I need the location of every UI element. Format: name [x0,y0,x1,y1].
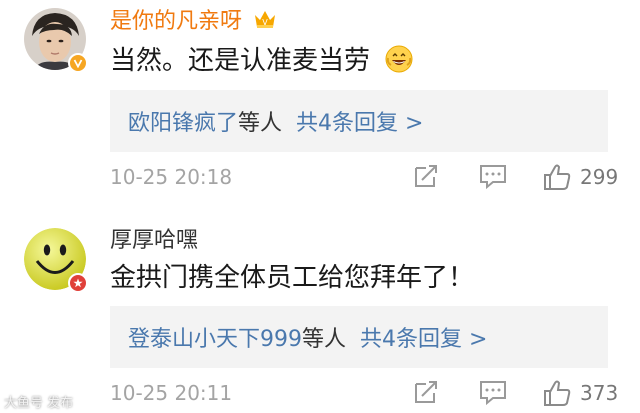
comment-item: 是你的凡亲呀 V 当然。还是认准麦当劳 欧阳锋疯了 等人 共4条回复 > 10-… [0,0,640,200]
watermark: 大鱼号 发布 [4,396,74,411]
reply-suffix: 等人 [238,111,283,136]
verified-badge-icon [68,273,88,293]
comment-text: 当然。还是认准麦当劳 [110,44,414,82]
reply-preview[interactable]: 登泰山小天下999 等人 共4条回复 > [110,306,608,368]
username-text[interactable]: 是你的凡亲呀 [110,9,242,34]
comment-icon[interactable] [478,378,508,411]
comment-text: 金拱门携全体员工给您拜年了！ [110,262,474,294]
reply-suffix: 等人 [302,327,347,352]
reply-author-link[interactable]: 登泰山小天下999 [128,321,302,353]
crown-vip-icon: V [253,8,277,39]
comment-meta-bar: 10-25 20:18 299 [110,162,620,192]
reply-author-link[interactable]: 欧阳锋疯了 [128,105,238,137]
reply-preview[interactable]: 欧阳锋疯了 等人 共4条回复 > [110,90,608,152]
like-count: 299 [580,165,619,189]
verified-badge-icon [68,53,88,73]
comment-text-value: 金拱门携全体员工给您拜年了！ [110,263,475,293]
view-all-replies-link[interactable]: 共4条回复 > [296,105,423,137]
comment-icon[interactable] [478,162,508,195]
comment-item: 厚厚哈嘿 金拱门携全体员工给您拜年了！ 登泰山小天下999 等人 共4条回复 >… [0,200,640,413]
username[interactable]: 是你的凡亲呀 V [110,8,277,39]
thumbs-up-icon[interactable] [542,378,572,413]
share-icon[interactable] [412,162,440,195]
view-all-replies-link[interactable]: 共4条回复 > [360,321,487,353]
comment-text-value: 当然。还是认准麦当劳 [110,46,371,76]
timestamp: 10-25 20:11 [110,381,233,405]
username-text[interactable]: 厚厚哈嘿 [110,228,198,253]
comment-meta-bar: 10-25 20:11 373 [110,378,620,408]
thumbs-up-icon[interactable] [542,162,572,197]
grinning-emoji-icon [384,44,414,82]
like-count: 373 [580,381,619,405]
username[interactable]: 厚厚哈嘿 [110,228,198,254]
timestamp: 10-25 20:18 [110,165,233,189]
svg-text:V: V [262,18,268,27]
share-icon[interactable] [412,378,440,411]
